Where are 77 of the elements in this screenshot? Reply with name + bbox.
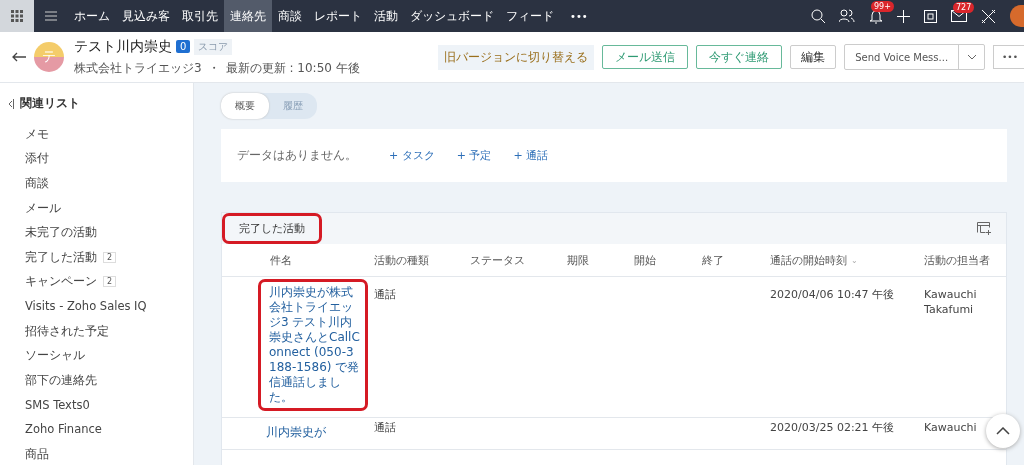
- action-button[interactable]: メール送信: [602, 45, 689, 69]
- column-header[interactable]: 通話の開始時刻: [770, 252, 847, 268]
- more-tabs[interactable]: •••: [570, 10, 588, 22]
- add-column-icon[interactable]: [977, 222, 992, 235]
- nav-tab[interactable]: 商談: [272, 0, 308, 32]
- sidebar-item[interactable]: 商品: [25, 446, 49, 462]
- sidebar-item[interactable]: 商談: [25, 176, 49, 191]
- activity-subject-link[interactable]: 川内崇史が株式会社トライエッジ3 テスト川内崇史さんとCallConnect (050-3188-1586) で発信通話しました。: [258, 279, 368, 411]
- plus-icon[interactable]: [897, 9, 910, 23]
- calendar-icon[interactable]: [924, 9, 937, 23]
- column-header[interactable]: 件名: [270, 252, 292, 268]
- column-header[interactable]: 活動の種類: [374, 252, 429, 268]
- sidebar-item[interactable]: 完了した活動: [25, 249, 97, 265]
- sidebar-title: 関連リスト: [20, 95, 80, 112]
- call-start-time: 2020/04/06 10:47 午後: [770, 288, 895, 301]
- empty-message: データはありません。: [237, 147, 357, 164]
- mail-icon[interactable]: [951, 10, 967, 22]
- column-header[interactable]: 期限: [567, 252, 589, 268]
- nav-tab[interactable]: 連絡先: [224, 0, 272, 32]
- contact-avatar: テ: [34, 42, 64, 72]
- nav-tab[interactable]: 見込み客: [116, 0, 176, 32]
- contact-name: テスト川内崇史: [74, 37, 172, 56]
- column-header[interactable]: ステータス: [470, 252, 525, 268]
- activity-owner: Kawauchi: [924, 421, 977, 434]
- company-name: 株式会社トライエッジ3: [74, 59, 202, 77]
- separator: ・: [207, 59, 220, 77]
- tools-icon[interactable]: [981, 8, 996, 24]
- sidebar-item[interactable]: 招待された予定: [25, 323, 109, 339]
- people-icon[interactable]: [839, 9, 855, 23]
- switch-version-button[interactable]: 旧バージョンに切り替える: [438, 44, 595, 70]
- sidebar-item[interactable]: ソーシャル: [25, 348, 85, 364]
- call-start-time: 2020/03/25 02:21 午後: [770, 421, 895, 434]
- activity-type: 通話: [374, 421, 396, 434]
- user-avatar[interactable]: [1010, 5, 1024, 27]
- sidebar-item[interactable]: 添付: [25, 151, 49, 167]
- add-link[interactable]: + タスク: [389, 148, 435, 163]
- sidebar-item[interactable]: メモ: [25, 126, 49, 142]
- add-link[interactable]: + 通話: [513, 148, 549, 163]
- nav-tab[interactable]: ホーム: [68, 0, 116, 32]
- column-header[interactable]: 終了: [702, 252, 724, 268]
- voice-message-dropdown[interactable]: Send Voice Mess...: [844, 44, 986, 70]
- action-button[interactable]: 今すぐ連絡: [696, 45, 783, 69]
- nav-tab[interactable]: 取引先: [176, 0, 224, 32]
- last-updated: 最新の更新 : 10:50 午後: [225, 59, 360, 77]
- count-badge: 2: [103, 251, 117, 263]
- sidebar-item[interactable]: 部下の連絡先: [25, 372, 97, 388]
- more-button[interactable]: •••: [993, 45, 1024, 69]
- nav-tab[interactable]: レポート: [308, 0, 368, 32]
- add-link[interactable]: + 予定: [456, 148, 492, 163]
- back-arrow-icon[interactable]: [12, 52, 26, 62]
- chevron-up-icon[interactable]: [996, 427, 1010, 435]
- section-title: 完了した活動: [222, 213, 322, 244]
- sidebar-item[interactable]: Zoho Finance: [25, 422, 102, 437]
- sidebar-item[interactable]: Visits - Zoho Sales IQ: [25, 299, 147, 314]
- column-header[interactable]: 活動の担当者: [924, 252, 990, 268]
- activity-owner: Kawauchi Takafumi: [924, 288, 977, 316]
- score-badge: 0: [176, 40, 191, 53]
- activity-type: 通話: [374, 288, 396, 301]
- sidebar-item[interactable]: メール: [25, 200, 61, 216]
- sidebar-item[interactable]: キャンペーン: [25, 274, 97, 290]
- collapse-icon[interactable]: [8, 98, 14, 109]
- mail-badge: 727: [953, 2, 975, 13]
- sidebar-item[interactable]: SMS Texts0: [25, 397, 90, 412]
- nav-tab[interactable]: ダッシュボード: [404, 0, 500, 32]
- notification-badge: 99+: [871, 0, 894, 12]
- nav-tab[interactable]: 活動: [368, 0, 404, 32]
- dropdown-label[interactable]: Send Voice Mess...: [845, 45, 959, 69]
- nav-tab[interactable]: フィード: [500, 0, 560, 32]
- app-grid-icon[interactable]: [0, 0, 34, 32]
- view-tab[interactable]: 概要: [221, 93, 269, 119]
- action-button[interactable]: 編集: [790, 45, 837, 69]
- score-label: スコア: [194, 38, 233, 55]
- search-icon[interactable]: [811, 9, 825, 23]
- activity-subject-link[interactable]: 川内崇史が: [258, 422, 368, 443]
- count-badge: 2: [103, 276, 117, 288]
- sidebar-item[interactable]: 未完了の活動: [25, 225, 97, 241]
- column-header[interactable]: 開始: [634, 252, 656, 268]
